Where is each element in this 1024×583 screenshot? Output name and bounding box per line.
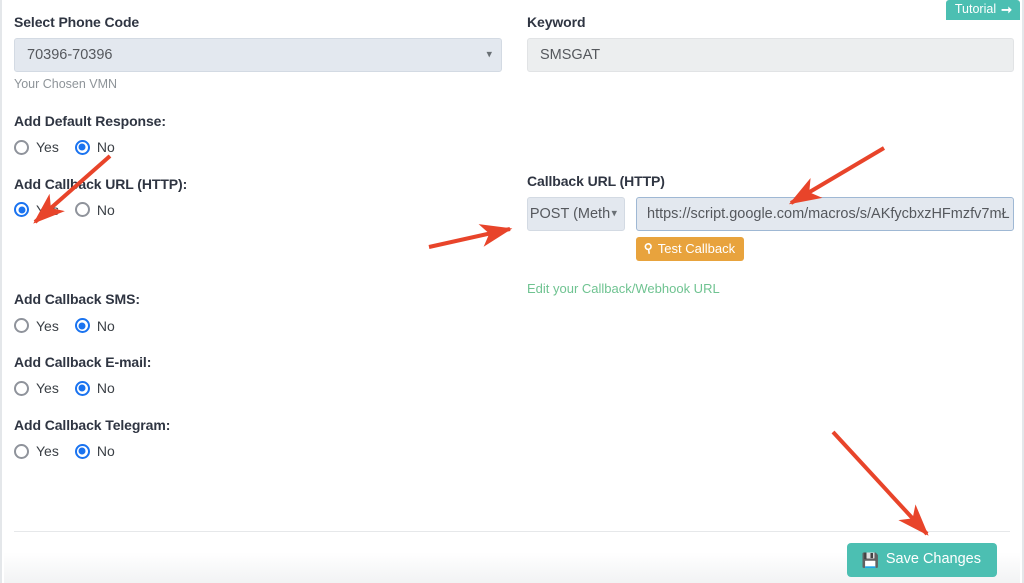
callback-email-yes-label: Yes: [36, 380, 59, 397]
callback-url-input[interactable]: https://script.google.com/macros/s/AKfyc…: [636, 196, 1014, 231]
radio-unchecked-icon[interactable]: [14, 318, 29, 334]
callback-telegram-no-option[interactable]: No: [74, 443, 115, 460]
chevron-down-icon: ▾: [611, 207, 617, 220]
radio-checked-icon[interactable]: [74, 139, 90, 155]
default-response-label: Add Default Response:: [14, 112, 166, 129]
settings-form-page: Tutorial ➞ Select Phone Code 70396-70396…: [0, 0, 1024, 583]
arrow-right-icon: ➞: [1001, 2, 1012, 17]
radio-checked-icon[interactable]: [74, 380, 90, 396]
radio-checked-icon[interactable]: [14, 202, 29, 218]
radio-checked-icon[interactable]: [74, 318, 90, 334]
http-method-value: POST (Meth: [529, 205, 611, 222]
save-changes-button-label: Save Changes: [885, 551, 981, 567]
search-icon: ⚲: [643, 240, 654, 256]
callback-url-http-no-option[interactable]: No: [74, 201, 115, 218]
callback-url-http-no-label: No: [96, 201, 115, 218]
radio-unchecked-icon[interactable]: [74, 202, 90, 218]
default-response-radio-group: Yes No: [14, 139, 502, 156]
callback-sms-yes-option[interactable]: Yes: [14, 317, 59, 334]
right-column: Keyword SMSGAT Callback URL (HTTP) POST …: [527, 14, 1014, 297]
callback-url-http-yes-label: Yes: [36, 201, 59, 218]
default-response-no-option[interactable]: No: [74, 139, 115, 156]
callback-telegram-field: Add Callback Telegram: Yes No: [14, 417, 502, 459]
phone-code-field: Select Phone Code 70396-70396 ▾ Your Cho…: [14, 14, 502, 92]
callback-email-no-option[interactable]: No: [74, 380, 115, 397]
callback-telegram-yes-label: Yes: [36, 443, 59, 460]
radio-unchecked-icon[interactable]: [14, 443, 29, 459]
callback-url-field: Callback URL (HTTP) POST (Meth ▾ https:/…: [527, 173, 1014, 297]
radio-unchecked-icon[interactable]: [14, 139, 29, 155]
callback-sms-yes-label: Yes: [36, 317, 59, 334]
keyword-field: Keyword SMSGAT: [527, 14, 1014, 72]
callback-email-radio-group: Yes No: [14, 380, 502, 397]
edit-callback-url-link[interactable]: Edit your Callback/Webhook URL: [527, 281, 1014, 297]
callback-sms-radio-group: Yes No: [14, 317, 502, 334]
keyword-label: Keyword: [527, 14, 586, 30]
callback-url-http-radio-group: Yes No: [14, 201, 502, 218]
callback-sms-label: Add Callback SMS:: [14, 291, 140, 308]
callback-url-http-yes-option[interactable]: Yes: [14, 201, 59, 218]
tutorial-button[interactable]: Tutorial ➞: [945, 0, 1020, 20]
keyword-value: SMSGAT: [540, 46, 601, 63]
chevron-down-icon: ▾: [486, 48, 492, 61]
callback-sms-no-label: No: [96, 317, 115, 334]
phone-code-help-text: Your Chosen VMN: [14, 76, 118, 91]
callback-telegram-label: Add Callback Telegram:: [14, 416, 171, 433]
default-response-yes-label: Yes: [36, 139, 59, 156]
test-callback-button[interactable]: ⚲ Test Callback: [636, 236, 745, 262]
phone-code-select[interactable]: 70396-70396 ▾: [14, 37, 502, 72]
callback-url-row: POST (Meth ▾ https://script.google.com/m…: [527, 196, 1014, 262]
left-column: Select Phone Code 70396-70396 ▾ Your Cho…: [14, 14, 502, 459]
callback-email-yes-option[interactable]: Yes: [14, 380, 59, 397]
phone-code-label: Select Phone Code: [14, 14, 140, 30]
callback-url-http-field: Add Callback URL (HTTP): Yes No: [14, 176, 502, 218]
default-response-field: Add Default Response: Yes No: [14, 113, 502, 155]
footer-divider: [14, 531, 1010, 532]
callback-email-label: Add Callback E-mail:: [14, 354, 152, 371]
save-changes-button[interactable]: 💾 Save Changes: [847, 543, 997, 578]
callback-sms-field: Add Callback SMS: Yes No: [14, 291, 502, 334]
callback-telegram-no-label: No: [96, 443, 115, 460]
callback-email-no-label: No: [96, 380, 115, 397]
http-method-select[interactable]: POST (Meth ▾: [527, 196, 625, 231]
keyword-input[interactable]: SMSGAT: [527, 37, 1014, 72]
callback-url-label: Callback URL (HTTP): [527, 172, 665, 189]
default-response-yes-option[interactable]: Yes: [14, 139, 59, 156]
callback-url-column: https://script.google.com/macros/s/AKfyc…: [636, 196, 1014, 262]
callback-email-field: Add Callback E-mail: Yes No: [14, 354, 502, 396]
tutorial-button-label: Tutorial: [954, 2, 997, 17]
callback-telegram-radio-group: Yes No: [14, 443, 502, 460]
form-body: Select Phone Code 70396-70396 ▾ Your Cho…: [2, 0, 1022, 583]
radio-checked-icon[interactable]: [74, 443, 90, 459]
floppy-disk-icon: 💾: [861, 551, 879, 568]
callback-sms-no-option[interactable]: No: [74, 317, 115, 334]
phone-code-selected-value: 70396-70396: [27, 46, 113, 63]
callback-url-value: https://script.google.com/macros/s/AKfyc…: [647, 205, 1010, 222]
test-callback-button-label: Test Callback: [657, 240, 736, 256]
default-response-no-label: No: [96, 139, 115, 156]
radio-unchecked-icon[interactable]: [14, 380, 29, 396]
callback-url-http-label: Add Callback URL (HTTP):: [14, 175, 188, 192]
callback-telegram-yes-option[interactable]: Yes: [14, 443, 59, 460]
